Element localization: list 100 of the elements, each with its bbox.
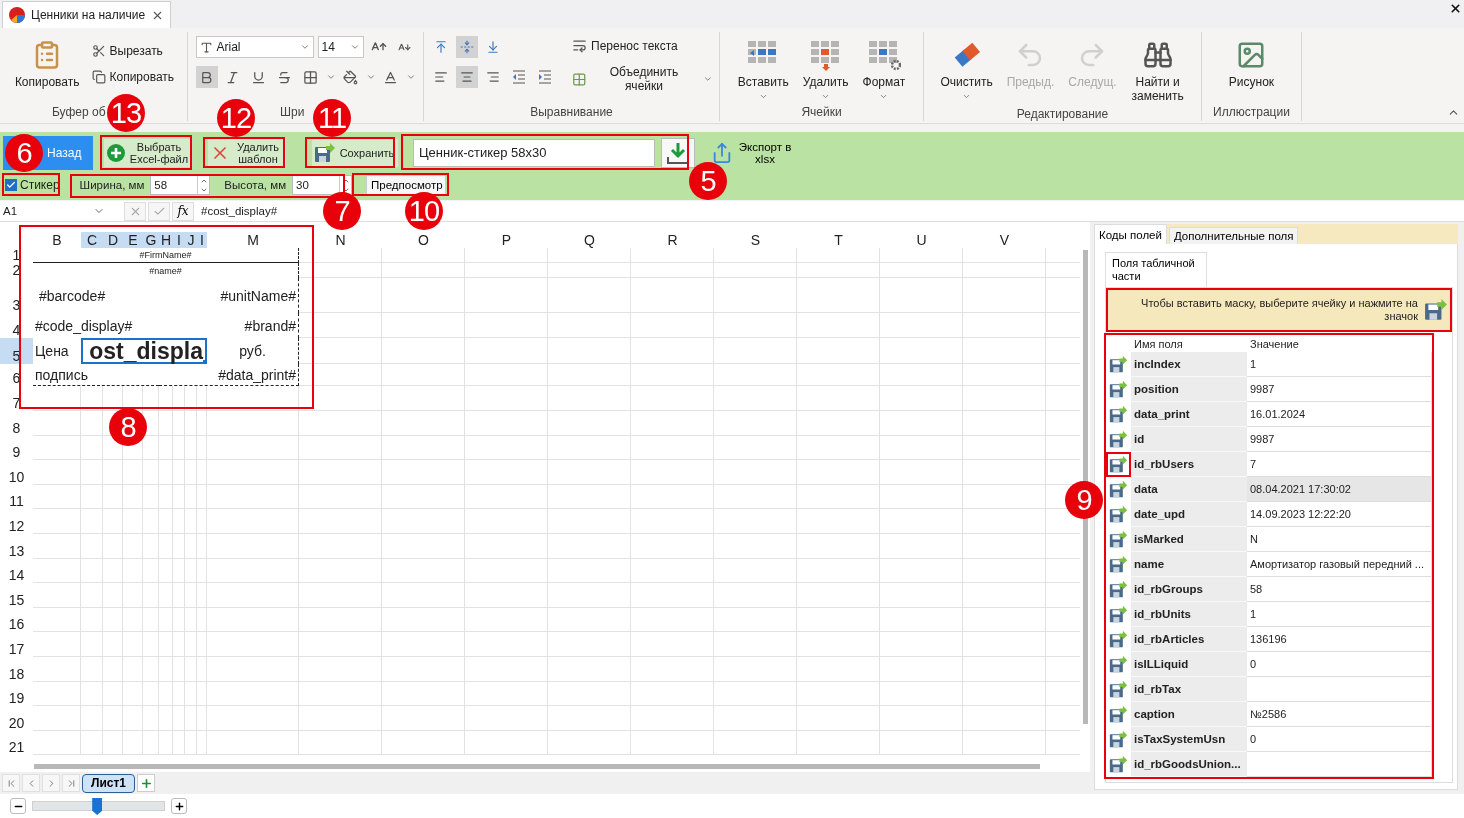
- column-header[interactable]: D: [103, 232, 123, 248]
- zoom-in-button[interactable]: [171, 798, 187, 814]
- export-button[interactable]: Экспорт в xlsx: [711, 140, 793, 165]
- template-field[interactable]: Ценник-стикер 58x30: [413, 138, 655, 167]
- field-name: id_rbGroups: [1131, 577, 1247, 602]
- delete-template-button[interactable]: Удалить шаблон: [207, 137, 287, 168]
- preview-button[interactable]: Предпосмотр: [366, 175, 447, 195]
- cut-button[interactable]: Вырезать: [89, 42, 177, 60]
- field-name: id: [1131, 427, 1247, 452]
- function-button[interactable]: fx: [172, 201, 194, 221]
- cells-button[interactable]: Вставить: [733, 36, 793, 103]
- save-icon: [1109, 355, 1128, 374]
- column-header[interactable]: C: [81, 232, 103, 248]
- field-value-cell[interactable]: 0: [1247, 727, 1432, 752]
- field-name: name: [1131, 552, 1247, 577]
- save-icon: [1109, 480, 1128, 499]
- field-value-cell[interactable]: 0: [1247, 652, 1432, 677]
- sticker-checkbox[interactable]: Стикер: [3, 178, 60, 192]
- download-icon: [666, 140, 690, 165]
- edit-button[interactable]: Очистить: [936, 36, 997, 103]
- cell-text[interactable]: Цена: [33, 338, 81, 364]
- download-button[interactable]: [661, 137, 695, 168]
- align-right-icon: [486, 70, 500, 84]
- cell-text[interactable]: подпись: [33, 364, 159, 386]
- field-value-cell[interactable]: [1247, 752, 1432, 777]
- font-select[interactable]: Arial: [195, 36, 314, 58]
- field-value-cell[interactable]: 16.01.2024: [1247, 402, 1432, 427]
- column-header[interactable]: I: [173, 232, 185, 248]
- caret-icon: [365, 72, 376, 82]
- field-value-cell[interactable]: 9987: [1247, 377, 1432, 402]
- wrap-text-button[interactable]: Перенос текста: [570, 36, 713, 55]
- cell-text[interactable]: #name#: [33, 263, 299, 278]
- panel-tab[interactable]: Коды полей: [1094, 224, 1167, 244]
- formula-field[interactable]: #cost_display#: [198, 205, 278, 217]
- bold-button[interactable]: [195, 66, 218, 88]
- field-value-cell[interactable]: 1: [1247, 352, 1432, 377]
- caret-icon: [879, 92, 889, 101]
- zoom-out-button[interactable]: [10, 798, 26, 814]
- width-label: Ширина, мм: [79, 179, 145, 191]
- column-header[interactable]: J: [185, 232, 197, 248]
- cell-text[interactable]: #code_display#: [33, 313, 159, 338]
- paste-button[interactable]: Копировать: [10, 36, 84, 91]
- field-value-cell[interactable]: Амортизатор газовый передний ...: [1247, 552, 1432, 577]
- cells-button[interactable]: Удалить: [798, 36, 853, 103]
- cell-text[interactable]: #data_print#: [159, 364, 299, 386]
- save-icon: [1109, 755, 1128, 774]
- merge-cells-button[interactable]: Объединить ячейки: [570, 63, 700, 95]
- picture-button[interactable]: Рисунок: [1224, 36, 1279, 91]
- column-header[interactable]: E: [123, 232, 143, 248]
- cells-button[interactable]: Формат: [858, 36, 910, 103]
- cell-text[interactable]: #barcode#: [33, 278, 207, 313]
- align-left-icon: [434, 70, 448, 84]
- add-icon: [106, 142, 126, 163]
- align-bottom-icon: [486, 40, 500, 54]
- field-value-cell[interactable]: 08.04.2021 17:30:02: [1247, 477, 1432, 502]
- column-header[interactable]: G: [143, 232, 159, 248]
- save-button[interactable]: Сохранить: [311, 137, 399, 168]
- field-value-cell[interactable]: 136196: [1247, 627, 1432, 652]
- column-header[interactable]: H: [159, 232, 173, 248]
- group-label: Ячейки: [801, 104, 842, 121]
- align-middle-icon: [460, 40, 474, 54]
- close-button[interactable]: [1449, 2, 1462, 15]
- copy-button[interactable]: Копировать: [89, 68, 177, 86]
- field-value-cell[interactable]: №2586: [1247, 702, 1432, 727]
- field-value-cell[interactable]: 9987: [1247, 427, 1432, 452]
- cell-text[interactable]: #FirmName#: [33, 248, 299, 263]
- cell-text[interactable]: #unitName#: [207, 278, 299, 313]
- save-icon: [1109, 405, 1128, 424]
- field-value: 1: [1250, 608, 1257, 620]
- selected-cell[interactable]: ost_displa: [81, 338, 207, 364]
- field-name: id_rbUnits: [1131, 602, 1247, 627]
- save-icon: [1109, 530, 1128, 549]
- font-size-select[interactable]: 14: [317, 36, 364, 58]
- field-value-cell[interactable]: [1247, 677, 1432, 702]
- document-tab[interactable]: Ценники на наличие: [2, 1, 172, 28]
- sheet-tab[interactable]: Лист1: [82, 773, 136, 793]
- field-value-cell[interactable]: 1: [1247, 602, 1432, 627]
- panel-tab[interactable]: Дополнительные поля: [1168, 227, 1299, 244]
- cell-text[interactable]: #brand#: [159, 313, 299, 338]
- field-value-cell[interactable]: 14.09.2023 12:22:20: [1247, 502, 1432, 527]
- field-value-cell[interactable]: N: [1247, 527, 1432, 552]
- insert-field-button[interactable]: [1106, 452, 1131, 477]
- field-value-cell[interactable]: 7: [1247, 452, 1432, 477]
- italic-icon: [225, 69, 240, 85]
- edit-button[interactable]: Найти и заменить: [1126, 36, 1189, 105]
- caret-icon: [325, 72, 336, 82]
- cell-text[interactable]: руб.: [207, 338, 299, 364]
- field-value-cell[interactable]: 58: [1247, 577, 1432, 602]
- underline-icon: [251, 69, 266, 85]
- choose-file-button[interactable]: Выбрать Excel-файл: [103, 137, 193, 168]
- column-header[interactable]: I: [197, 232, 207, 248]
- width-field[interactable]: 58: [150, 175, 211, 195]
- add-sheet-button[interactable]: [137, 774, 156, 792]
- decrease-indent-icon: [512, 70, 526, 84]
- field-name: id_rbArticles: [1131, 627, 1247, 652]
- bold-icon: [199, 69, 214, 85]
- slider-thumb[interactable]: [92, 798, 103, 815]
- name-box[interactable]: A1: [0, 201, 108, 221]
- subtab[interactable]: Поля табличной части: [1105, 252, 1207, 287]
- align-center-button[interactable]: [456, 66, 478, 88]
